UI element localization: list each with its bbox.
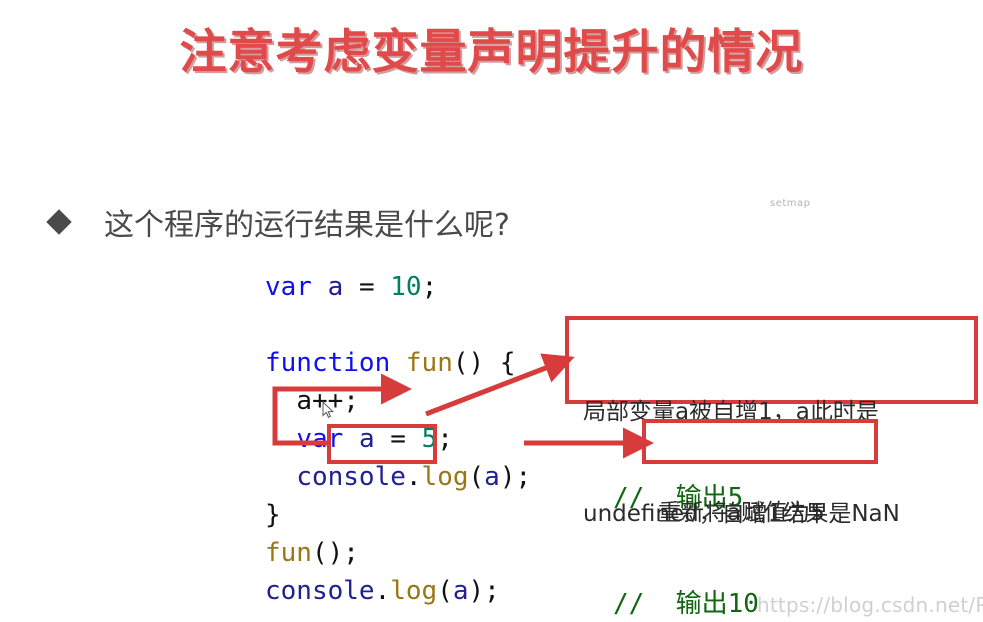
code-line: fun();	[265, 534, 531, 572]
code-token: fun	[405, 348, 453, 378]
diamond-bullet-icon	[46, 209, 72, 235]
code-token: =	[358, 272, 375, 302]
code-token: () {	[452, 348, 516, 378]
code-token: a	[452, 576, 469, 606]
mouse-cursor-icon	[322, 401, 334, 418]
callout-box-nan: 局部变量a被自增1，a此时是 undefined，自增1结果是NaN	[565, 316, 978, 527]
code-token: ;	[421, 272, 438, 302]
code-line: var a = 10;	[265, 268, 531, 306]
code-token: log	[390, 576, 438, 606]
code-token: }	[265, 500, 281, 530]
code-token: );	[499, 462, 532, 492]
code-token: 10	[390, 272, 422, 302]
code-line: a++;	[265, 382, 531, 420]
code-token: (	[437, 576, 453, 606]
code-token: function	[265, 348, 391, 378]
code-line: function fun() {	[265, 344, 531, 382]
code-token: log	[421, 462, 469, 492]
bullet-row: 这个程序的运行结果是什么呢?	[46, 200, 510, 244]
code-token: .	[374, 576, 391, 606]
callout-box-reassign: 重新将a赋值为5	[642, 419, 878, 526]
code-line: }	[265, 496, 531, 534]
code-token: a	[327, 272, 344, 302]
code-token: ();	[311, 538, 359, 568]
code-token: .	[405, 462, 422, 492]
code-line: console.log(a);	[265, 572, 531, 610]
code-token: (	[468, 462, 485, 492]
code-token: var	[265, 272, 312, 302]
callout-2-line-1: 重新将a赋值为5	[658, 500, 825, 526]
code-token: fun	[265, 538, 312, 568]
setmap-watermark: setmap	[770, 198, 811, 209]
highlight-box-var-a	[327, 424, 437, 464]
code-token: );	[468, 576, 500, 606]
code-token: ;	[437, 424, 453, 454]
page-title: 注意考虑变量声明提升的情况	[179, 25, 804, 80]
bullet-text: 这个程序的运行结果是什么呢?	[104, 208, 510, 243]
code-token: a	[484, 462, 500, 492]
code-token: console	[296, 462, 406, 492]
csdn-watermark: https://blog.csdn.net/Pakho_lin	[757, 593, 983, 617]
slide-canvas: 注意考虑变量声明提升的情况 这个程序的运行结果是什么呢? setmap var …	[0, 0, 983, 622]
code-token: console	[265, 576, 375, 606]
